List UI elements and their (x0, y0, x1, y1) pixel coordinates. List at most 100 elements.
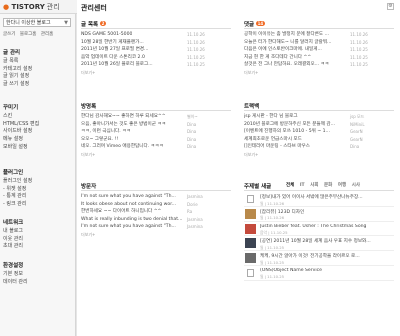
more-link[interactable]: 더보기+ (81, 70, 231, 76)
list-item[interactable]: What is really inbunding is two denial t… (81, 216, 231, 224)
list-item[interactable]: 살것은 전 그나 만답하요. 오래결외오... ㅋㅋ 11.10.25 (244, 61, 394, 69)
list-item[interactable]: [이벤트에 진행하의 모쓰 1010 - 5위 ~ 1... GearN (244, 128, 394, 136)
list-item[interactable]: ㅋㅋ, 이런 극심니다. ㅋㅋ Dina (81, 128, 231, 136)
new-count-badge: 2 (100, 21, 106, 26)
tab-current-affairs[interactable]: 시사 (352, 183, 360, 188)
list-item[interactable]: 10월 28일 한반기 게재플랜가... 11.10.26 (81, 39, 231, 47)
list-item[interactable]: jsp 게시판 - 한다 님 블로그 jsp 모드 (244, 113, 394, 121)
visitors-panel: 방문자 I'm not sure what you have against "… (81, 182, 231, 238)
menu-item[interactable]: 모바일 설정 (3, 144, 39, 152)
more-link[interactable]: 더보기+ (81, 232, 231, 238)
news-date: 일 | 11.10.25 (260, 244, 285, 250)
list-item[interactable]: []인테리어 마운팅 - 스타브 마우스 Dina (244, 143, 394, 151)
list-item[interactable]: 한다님 감사해요~~ 좋하면 하루 되세요^^ 별이~ (81, 113, 231, 121)
quick-link-write[interactable]: 글쓰기 (3, 32, 15, 37)
list-item[interactable]: 으음, 좋아니가서는 것도 좋은 방법이군 ㅋㅋ Dina (81, 121, 231, 129)
list-item[interactable]: 2011년 10월 26일 플로리 블로그... 11.10.25 (81, 61, 231, 69)
panel-title[interactable]: 방문자 (81, 184, 96, 190)
menu-item[interactable]: 글 쓰기 설정 (3, 81, 32, 89)
menu-heading: 글 관리 (3, 50, 21, 56)
panel-title: 주제별 새글 (244, 184, 272, 190)
more-link[interactable]: 더보기+ (244, 152, 394, 158)
quick-link-blog-home[interactable]: 블로그홈 (20, 32, 37, 37)
blog-select[interactable]: 한다니 이상한 블로그 ▼ (3, 18, 71, 27)
logo-mark-icon: ● (3, 3, 10, 11)
menu-item[interactable]: - 링크 관리 (3, 201, 32, 209)
tab-travel[interactable]: 여행 (338, 183, 346, 188)
panel-title[interactable]: 댓글 (244, 22, 254, 28)
thumbnail-image (245, 238, 256, 249)
panel-title[interactable]: 트랙백 (244, 104, 259, 110)
news-date: 일 | 11.10.26 (260, 200, 285, 206)
panel-header: 방명록 (81, 102, 231, 111)
new-count-badge: 14 (256, 21, 265, 26)
list-item[interactable]: 2010년 블로그에 방문하주신 모든 분들께 감... NiMiniL (244, 121, 394, 129)
doc-icon (247, 268, 254, 277)
menu-item[interactable]: 메뉴 설정 (3, 136, 39, 144)
menu-heading: 환경설정 (3, 263, 24, 269)
list-item[interactable]: 네오. 그러며 Vimeo 애용한답니다. ㅋㅋㅋ Dina (81, 143, 231, 151)
list-item[interactable]: 2011년 10월 27일 프로필 변경... 11.10.26 (81, 46, 231, 54)
list-item[interactable]: It looks obese about not continuing wor.… (81, 201, 231, 209)
panel-title[interactable]: 방명록 (81, 104, 96, 110)
menu-item[interactable]: 기본 정보 (3, 271, 28, 279)
quick-links: 글쓰기 블로그홈 관리홈 (3, 31, 56, 37)
main-content: 관리센터 ⚙ 글 목록 2 NDS GAME 5001-5000 11.10.26 … (77, 0, 400, 336)
list-item[interactable]: NDS GAME 5001-5000 11.10.26 (81, 31, 231, 39)
list-item[interactable]: 다음은 이에 인스토반이크마에. 내일게... 11.10.25 (244, 46, 394, 54)
tab-society[interactable]: 사회 (310, 183, 318, 188)
list-item[interactable]: 지금 현 한 게 조다데다 간니다 ^^ 11.10.25 (244, 54, 394, 62)
list-item[interactable]: 오오~ 그렇군요. !! Dina (81, 136, 231, 144)
topic-tabs: 전체 IT 사회 문화 여행 시사 (286, 182, 364, 188)
news-title: [정보]내가 있어 이이사 서밖에 많은주부산나뉴주장... (260, 195, 363, 200)
more-link[interactable]: 더보기+ (244, 70, 394, 76)
list-item[interactable]: 공학이 이이유는 좀 발정지 문에 잘다른도 ... 11.10.26 (244, 31, 394, 39)
topic-news-panel: 주제별 새글 전체 IT 사회 문화 여행 시사 [정보]내가 있어 이이사 서… (244, 182, 394, 281)
news-item[interactable]: (ONS)Object Name Service 일 | 11.10.25 (244, 266, 394, 281)
panel-title[interactable]: 글 목록 (81, 22, 98, 28)
list-item[interactable]: I'm not sure what you have against "Th..… (81, 223, 231, 231)
news-item[interactable]: [공연] 2011년 10월 28일 세계 음사 우표 지수 정보와... 일 … (244, 236, 394, 252)
tab-all[interactable]: 전체 (286, 183, 294, 188)
news-title: Justin Bieber feat. Usher : The Christma… (260, 223, 367, 229)
blog-select-label: 한다니 이상한 블로그 (6, 20, 51, 26)
list-item[interactable]: 오늘은 터가 한다해도~ 니를 달러지 글랄뭐... 11.10.26 (244, 39, 394, 47)
menu-item[interactable]: 내 블로그 (3, 228, 23, 236)
news-item[interactable]: [정보]내가 있어 이이사 서밖에 많은주부산나뉴주장... 일 | 11.10… (244, 192, 394, 207)
menu-heading: 네트워크 (3, 220, 24, 226)
tab-it[interactable]: IT (300, 183, 305, 188)
tab-culture[interactable]: 문화 (324, 183, 332, 188)
news-date: 일 | 11.10.26 (260, 215, 285, 221)
panel-header: 방문자 (81, 182, 231, 191)
quick-link-admin-home[interactable]: 관리홈 (41, 32, 53, 37)
gear-icon[interactable]: ⚙ (387, 3, 394, 10)
menu-item[interactable]: 글 목록 (3, 58, 32, 66)
news-item[interactable]: 케케, 9시간 앉아가 이것! 전기공학을 라이르오 로... 일 | 11.1… (244, 251, 394, 266)
panel-header: 글 목록 2 (81, 20, 231, 29)
menu-item[interactable]: 플러그인 설정 (3, 178, 32, 186)
list-item[interactable]: I'm not sure what you have against "Th..… (81, 193, 231, 201)
news-title: 케케, 9시간 앉아가 이것! 전기공학을 라이르오 로... (260, 254, 360, 260)
doc-icon (247, 195, 254, 203)
menu-heading: 플러그인 (3, 170, 24, 176)
sidebar: 한다니 이상한 블로그 ▼ 글쓰기 블로그홈 관리홈 글 관리 글 목록 카테고… (0, 14, 76, 336)
news-date: 음악 | 11.10.25 (260, 230, 288, 236)
menu-item[interactable]: 스킨 (3, 113, 39, 121)
tistory-logo[interactable]: ● TISTORY 관리 (3, 2, 60, 12)
more-link[interactable]: 더보기+ (81, 152, 231, 158)
list-item[interactable]: 세계최초로운 언급스마시 모드 GearN (244, 136, 394, 144)
guestbook-panel: 방명록 한다님 감사해요~~ 좋하면 하루 되세요^^ 별이~ 으음, 좋아니가서… (81, 102, 231, 158)
list-item[interactable]: 한번하세요 ~~ 다이어트 하니입니다 ^^ Ra (81, 208, 231, 216)
news-item[interactable]: Justin Bieber feat. Usher : The Christma… (244, 222, 394, 237)
list-item[interactable]: 음악 업데이트 다운 스톤리코 2.0 11.10.25 (81, 54, 231, 62)
menu-item[interactable]: 초대 관리 (3, 243, 23, 251)
menu-item[interactable]: 데이터 관리 (3, 279, 28, 287)
trackback-panel: 트랙백 jsp 게시판 - 한다 님 블로그 jsp 모드 2010년 블로그에 … (244, 102, 394, 158)
news-title: (ONS)Object Name Service (260, 267, 322, 273)
news-date: 일 | 11.10.25 (260, 259, 285, 265)
news-item[interactable]: [잡리뷰] 123D 디자인 일 | 11.10.26 (244, 207, 394, 222)
news-title: [공연] 2011년 10월 28일 세계 음사 우표 지수 정보와... (260, 239, 371, 245)
menu-network: 네트워크 내 블로그 이웃 관리 초대 관리 (3, 220, 23, 251)
panel-header: 트랙백 (244, 102, 394, 111)
comments-panel: 댓글 14 공학이 이이유는 좀 발정지 문에 잘다른도 ... 11.10.26 … (244, 20, 394, 76)
